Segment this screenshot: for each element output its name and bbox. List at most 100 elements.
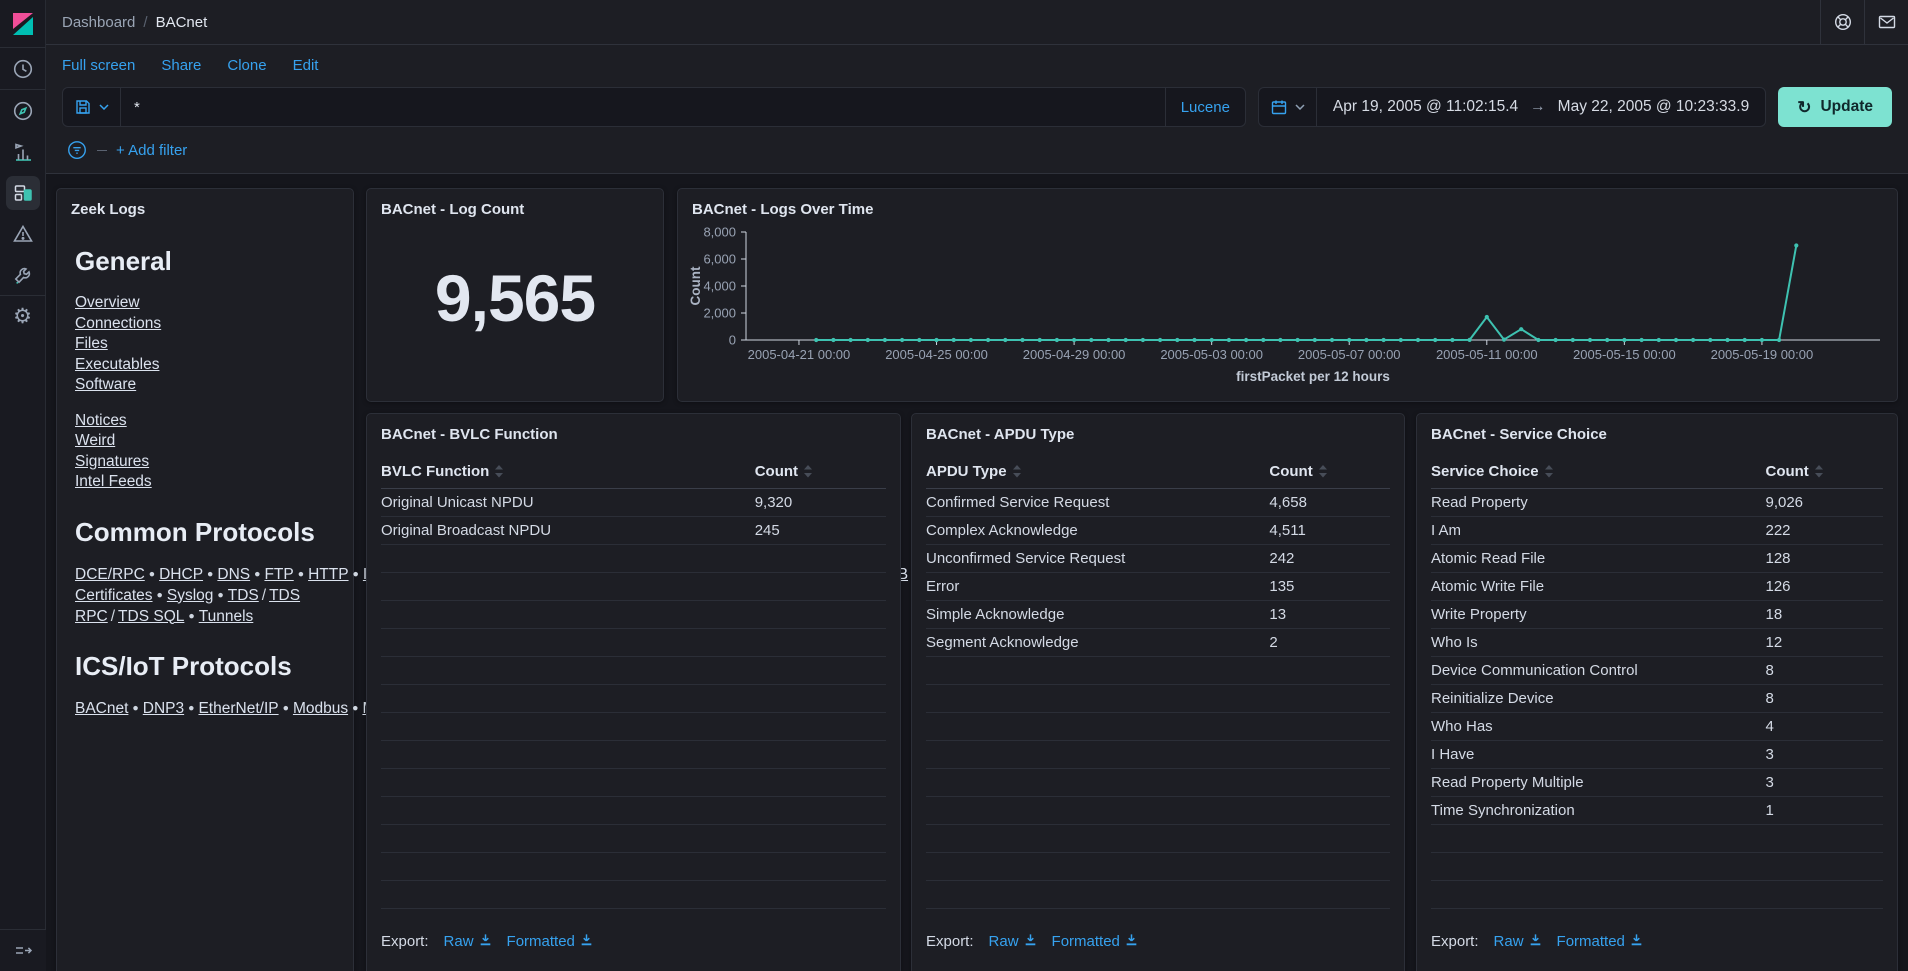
panel-title: BACnet - Logs Over Time [678,189,1897,218]
date-picker: Apr 19, 2005 @ 11:02:15.4 → May 22, 2005… [1258,87,1766,127]
data-point [1571,338,1575,342]
protocol-link-syslog[interactable]: Syslog [167,587,214,604]
update-button[interactable]: ↻ Update [1778,87,1892,127]
dashboard-icon [11,181,35,205]
protocol-link-tunnels[interactable]: Tunnels [199,608,254,625]
protocol-link-dhcp[interactable]: DHCP [159,566,203,583]
protocol-link-dnp3[interactable]: DNP3 [143,700,184,717]
saved-query-menu-button[interactable] [63,88,121,126]
x-tick-label: 2005-05-19 00:00 [1711,347,1814,362]
y-tick-label: 8,000 [703,225,736,240]
zeek-link-overview[interactable]: Overview [75,293,140,314]
cell-count: 2 [1269,634,1390,651]
zeek-link-files[interactable]: Files [75,334,108,355]
end-date-button[interactable]: May 22, 2005 @ 10:23:33.9 [1558,98,1750,116]
table-row: Device Communication Control8 [1431,657,1883,685]
zeek-link-executables[interactable]: Executables [75,355,159,376]
help-button[interactable] [1820,0,1864,44]
data-point [866,338,870,342]
sort-icon [1545,465,1553,478]
protocol-link-tds[interactable]: TDS [228,587,259,604]
sidebar-item-alerts[interactable] [0,213,46,254]
empty-table-row [381,685,886,713]
data-point [934,338,938,342]
column-header-apdu-type[interactable]: APDU Type [926,463,1269,480]
protocol-link-dce-rpc[interactable]: DCE/RPC [75,566,145,583]
zeek-link-software[interactable]: Software [75,375,136,396]
sidebar-item-dashboard[interactable] [0,172,46,213]
data-point [1210,338,1214,342]
cell-count: 18 [1765,606,1883,623]
data-point [1708,338,1712,342]
zeek-link-weird[interactable]: Weird [75,431,115,452]
protocol-link-http[interactable]: HTTP [308,566,348,583]
data-point [1296,338,1300,342]
export-raw-link[interactable]: Raw [444,933,492,950]
column-header-count[interactable]: Count [1765,463,1883,480]
sidebar-item-dev-tools[interactable] [0,254,46,295]
export-formatted-link[interactable]: Formatted [507,933,593,950]
start-date-button[interactable]: Apr 19, 2005 @ 11:02:15.4 [1333,98,1518,116]
menu-right-icon [12,940,34,962]
kibana-logo[interactable] [0,0,46,48]
menu-link[interactable]: Clone [227,57,266,74]
zeek-link-signatures[interactable]: Signatures [75,452,149,473]
sidebar-item-visualize[interactable] [0,131,46,172]
data-point [1003,338,1007,342]
zeek-link-notices[interactable]: Notices [75,411,127,432]
table-row: Write Property18 [1431,601,1883,629]
query-language-button[interactable]: Lucene [1165,88,1245,126]
menu-link[interactable]: Share [161,57,201,74]
column-header-bvlc-function[interactable]: BVLC Function [381,463,755,480]
empty-table-row [926,797,1390,825]
sidebar-item-discover[interactable] [0,90,46,131]
export-raw-link[interactable]: Raw [1494,933,1542,950]
menu-link[interactable]: Full screen [62,57,135,74]
breadcrumb-dashboard[interactable]: Dashboard [62,14,135,31]
search-query-input[interactable] [121,88,1165,126]
cell-count: 3 [1765,746,1883,763]
column-header-count[interactable]: Count [1269,463,1390,480]
collapse-nav-button[interactable] [0,929,46,971]
zeek-link-connections[interactable]: Connections [75,314,161,335]
sort-icon [1013,465,1021,478]
filter-icon[interactable] [66,139,88,161]
data-point [1313,338,1317,342]
add-filter-button[interactable]: + Add filter [116,142,187,159]
empty-table-row [381,853,886,881]
x-tick-label: 2005-04-21 00:00 [748,347,851,362]
column-header-count[interactable]: Count [755,463,886,480]
cell-count: 8 [1765,662,1883,679]
empty-table-row [381,797,886,825]
cell-count: 245 [755,522,886,539]
protocol-link-modbus[interactable]: Modbus [293,700,348,717]
protocol-link-ethernet-ip[interactable]: EtherNet/IP [198,700,278,717]
chevron-down-icon [99,104,109,110]
empty-table-row [381,629,886,657]
zeek-link-group: NoticesWeirdSignaturesIntel Feeds [75,411,335,493]
filter-divider [97,150,107,151]
range-arrow-icon: → [1530,98,1546,116]
export-raw-link[interactable]: Raw [989,933,1037,950]
separator-bullet: ● [298,568,304,580]
zeek-link-intel-feeds[interactable]: Intel Feeds [75,472,152,493]
separator-bullet: ● [254,568,260,580]
clock-icon [11,57,35,81]
newsfeed-button[interactable] [1864,0,1908,44]
protocol-link-tds-sql[interactable]: TDS SQL [118,608,184,625]
data-point [900,338,904,342]
protocol-link-dns[interactable]: DNS [217,566,250,583]
protocol-link-ftp[interactable]: FTP [264,566,293,583]
export-formatted-link[interactable]: Formatted [1052,933,1138,950]
cell-count: 126 [1765,578,1883,595]
sidebar-item-recently-viewed[interactable] [0,48,46,89]
data-point [1760,338,1764,342]
column-header-service-choice[interactable]: Service Choice [1431,463,1765,480]
date-quick-menu-button[interactable] [1259,88,1317,126]
export-formatted-link[interactable]: Formatted [1557,933,1643,950]
y-tick-label: 6,000 [703,252,736,267]
sidebar-item-management[interactable]: ⚙ [0,296,46,337]
protocol-link-bacnet[interactable]: BACnet [75,700,128,717]
menu-link[interactable]: Edit [293,57,319,74]
cell-label: Who Is [1431,634,1765,651]
